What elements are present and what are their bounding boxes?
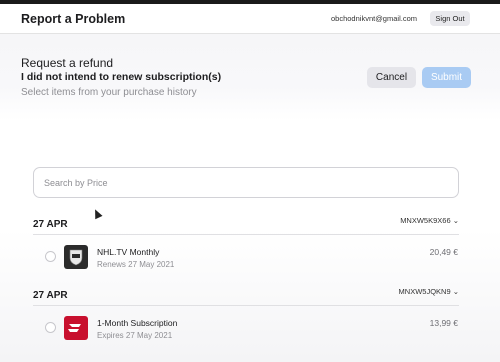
sign-out-button[interactable]: Sign Out [430,11,470,26]
refund-panel: Request a refund I did not intend to ren… [0,34,500,121]
nhl-logo-icon [64,245,88,269]
mouse-cursor-icon [91,207,103,220]
submit-button[interactable]: Submit [422,67,471,88]
refund-title: Request a refund [21,56,114,70]
group-date: 27 APR [33,290,68,301]
refund-hint: Select items from your purchase history [21,87,197,98]
item-price: 20,49 € [429,247,458,257]
cancel-button[interactable]: Cancel [367,67,416,88]
item-expiry: Expires 27 May 2021 [97,331,173,340]
group-divider [33,234,459,235]
item-price: 13,99 € [429,318,458,328]
header-bar: Report a Problem obchodnikvnt@gmail.com … [0,4,500,34]
search-placeholder: Search by Price [44,178,108,188]
item-select-radio[interactable] [45,251,56,262]
item-renewal: Renews 27 May 2021 [97,260,175,269]
refund-reason: I did not intend to renew subscription(s… [21,71,222,83]
item-select-radio[interactable] [45,322,56,333]
group-date: 27 APR [33,219,68,230]
item-name: NHL.TV Monthly [97,247,160,257]
order-id-dropdown[interactable]: MNXW5JQKN9 ⌄ [399,287,459,296]
group-divider [33,305,459,306]
account-email: obchodnikvnt@gmail.com [331,14,417,23]
item-name: 1-Month Subscription [97,318,178,328]
page-title: Report a Problem [21,12,126,26]
order-id-dropdown[interactable]: MNXW5K9X66 ⌄ [400,216,459,225]
expressvpn-logo-icon [64,316,88,340]
purchase-history: Search by Price 27 APR MNXW5K9X66 ⌄ NHL.… [0,121,500,362]
search-input[interactable]: Search by Price [33,167,459,198]
